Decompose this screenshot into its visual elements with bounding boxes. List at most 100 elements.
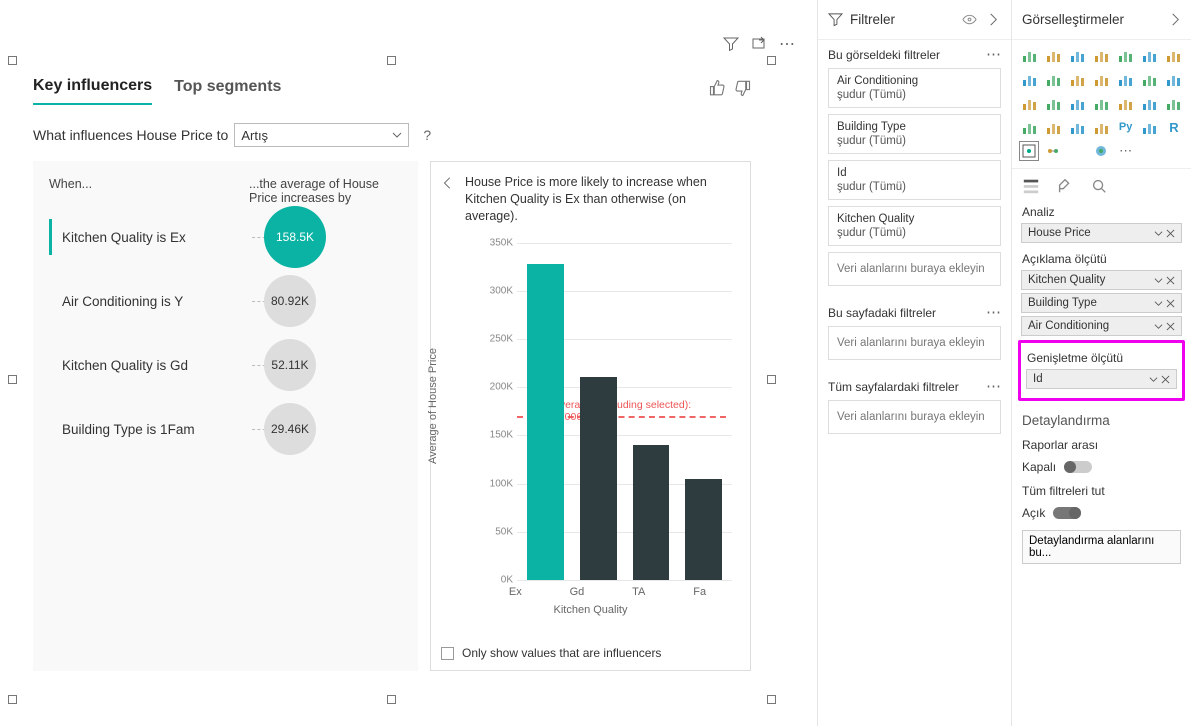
filter-dropwell[interactable]: Veri alanlarını buraya ekleyin	[828, 400, 1001, 434]
key-influencers-visual: Key influencers Top segments What influe…	[12, 60, 772, 700]
viz-type-icon[interactable]	[1092, 142, 1110, 160]
filter-card[interactable]: Kitchen Qualityşudur (Tümü)	[828, 206, 1001, 246]
chevron-down-icon[interactable]	[1154, 322, 1163, 331]
viz-type-icon[interactable]: ⋯	[1117, 142, 1135, 160]
fields-tab-icon[interactable]	[1022, 177, 1040, 195]
chevron-down-icon[interactable]	[1149, 375, 1158, 384]
influencer-row[interactable]: Kitchen Quality is Ex158.5K	[49, 205, 418, 269]
more-icon[interactable]: ⋯	[986, 383, 1001, 391]
chevron-right-icon[interactable]	[986, 12, 1001, 27]
help-icon[interactable]: ?	[423, 127, 431, 143]
viz-type-icon[interactable]	[1117, 70, 1135, 88]
field-chip[interactable]: Id	[1026, 369, 1177, 389]
viz-type-icon[interactable]	[1044, 118, 1062, 136]
resize-handle[interactable]	[387, 695, 396, 704]
export-icon[interactable]	[751, 36, 767, 52]
resize-handle[interactable]	[767, 375, 776, 384]
resize-handle[interactable]	[767, 695, 776, 704]
x-tick: Ex	[509, 586, 522, 598]
analytics-tab-icon[interactable]	[1090, 177, 1108, 195]
more-icon[interactable]: ⋯	[779, 34, 795, 54]
direction-dropdown[interactable]: Artış	[234, 123, 409, 147]
viz-type-icon[interactable]	[1165, 70, 1183, 88]
viz-type-icon[interactable]	[1092, 118, 1110, 136]
influencer-row[interactable]: Kitchen Quality is Gd52.11K	[49, 333, 418, 397]
chart-bar[interactable]	[580, 377, 617, 580]
chart-description: House Price is more likely to increase w…	[465, 174, 740, 225]
viz-type-icon[interactable]	[1068, 46, 1086, 64]
chart-bar[interactable]	[633, 445, 670, 580]
chart-bar[interactable]	[527, 264, 564, 580]
filter-dropwell[interactable]: Veri alanlarını buraya ekleyin	[828, 326, 1001, 360]
tab-top-segments[interactable]: Top segments	[174, 72, 281, 104]
viz-type-icon[interactable]	[1068, 118, 1086, 136]
format-tab-icon[interactable]	[1056, 177, 1074, 195]
viz-type-icon[interactable]	[1141, 70, 1159, 88]
close-icon[interactable]	[1166, 276, 1175, 285]
filter-card[interactable]: Idşudur (Tümü)	[828, 160, 1001, 200]
more-icon[interactable]: ⋯	[986, 51, 1001, 59]
viz-type-icon[interactable]	[1044, 70, 1062, 88]
viz-type-icon[interactable]	[1020, 46, 1038, 64]
viz-type-icon[interactable]	[1117, 94, 1135, 112]
viz-type-icon[interactable]	[1141, 94, 1159, 112]
close-icon[interactable]	[1166, 322, 1175, 331]
influencer-row[interactable]: Air Conditioning is Y80.92K	[49, 269, 418, 333]
viz-type-icon[interactable]	[1068, 94, 1086, 112]
filter-card[interactable]: Building Typeşudur (Tümü)	[828, 114, 1001, 154]
viz-type-icon[interactable]	[1092, 94, 1110, 112]
thumbs-down-icon[interactable]	[733, 79, 751, 97]
viz-type-icon[interactable]	[1044, 46, 1062, 64]
resize-handle[interactable]	[8, 695, 17, 704]
viz-type-icon[interactable]	[1092, 46, 1110, 64]
viz-type-icon[interactable]	[1020, 94, 1038, 112]
col-when: When...	[49, 177, 249, 205]
viz-type-icon[interactable]: Py	[1117, 118, 1135, 136]
viz-type-icon[interactable]	[1165, 46, 1183, 64]
influencer-row[interactable]: Building Type is 1Fam29.46K	[49, 397, 418, 461]
viz-type-icon[interactable]: R	[1165, 118, 1183, 136]
eye-icon[interactable]	[962, 12, 977, 27]
viz-type-icon[interactable]	[1092, 70, 1110, 88]
chevron-down-icon[interactable]	[1154, 276, 1163, 285]
chevron-down-icon[interactable]	[1154, 229, 1163, 238]
resize-handle[interactable]	[387, 56, 396, 65]
field-chip[interactable]: Building Type	[1021, 293, 1182, 313]
close-icon[interactable]	[1161, 375, 1170, 384]
close-icon[interactable]	[1166, 299, 1175, 308]
viz-type-icon[interactable]	[1044, 94, 1062, 112]
filter-icon[interactable]	[723, 36, 739, 52]
viz-type-icon[interactable]	[1068, 70, 1086, 88]
viz-type-icon[interactable]	[1068, 142, 1086, 160]
viz-type-icon[interactable]	[1141, 46, 1159, 64]
chevron-down-icon[interactable]	[1154, 299, 1163, 308]
thumbs-up-icon[interactable]	[709, 79, 727, 97]
drillthrough-fields-button[interactable]: Detaylandırma alanlarını bu...	[1022, 530, 1181, 564]
viz-type-icon[interactable]	[1044, 142, 1062, 160]
resize-handle[interactable]	[8, 375, 17, 384]
question-label: What influences House Price to	[33, 127, 228, 143]
more-icon[interactable]: ⋯	[986, 309, 1001, 317]
viz-type-icon[interactable]	[1020, 142, 1038, 160]
field-chip[interactable]: Kitchen Quality	[1021, 270, 1182, 290]
viz-type-icon[interactable]	[1020, 118, 1038, 136]
chart-bar[interactable]	[685, 479, 722, 580]
close-icon[interactable]	[1166, 229, 1175, 238]
chevron-right-icon[interactable]	[1168, 12, 1183, 27]
filter-card[interactable]: Air Conditioningşudur (Tümü)	[828, 68, 1001, 108]
only-influencers-checkbox[interactable]	[441, 647, 454, 660]
cross-report-toggle[interactable]	[1064, 461, 1092, 473]
resize-handle[interactable]	[8, 56, 17, 65]
viz-type-icon[interactable]	[1020, 70, 1038, 88]
field-chip[interactable]: House Price	[1021, 223, 1182, 243]
viz-type-icon[interactable]	[1165, 94, 1183, 112]
back-arrow-icon[interactable]	[441, 176, 455, 190]
resize-handle[interactable]	[767, 56, 776, 65]
keep-filters-toggle[interactable]	[1053, 507, 1081, 519]
viz-type-icon[interactable]	[1141, 118, 1159, 136]
viz-type-icon[interactable]	[1117, 46, 1135, 64]
tab-key-influencers[interactable]: Key influencers	[33, 71, 152, 105]
field-chip[interactable]: Air Conditioning	[1021, 316, 1182, 336]
filter-dropwell[interactable]: Veri alanlarını buraya ekleyin	[828, 252, 1001, 286]
x-tick: Gd	[570, 586, 585, 598]
